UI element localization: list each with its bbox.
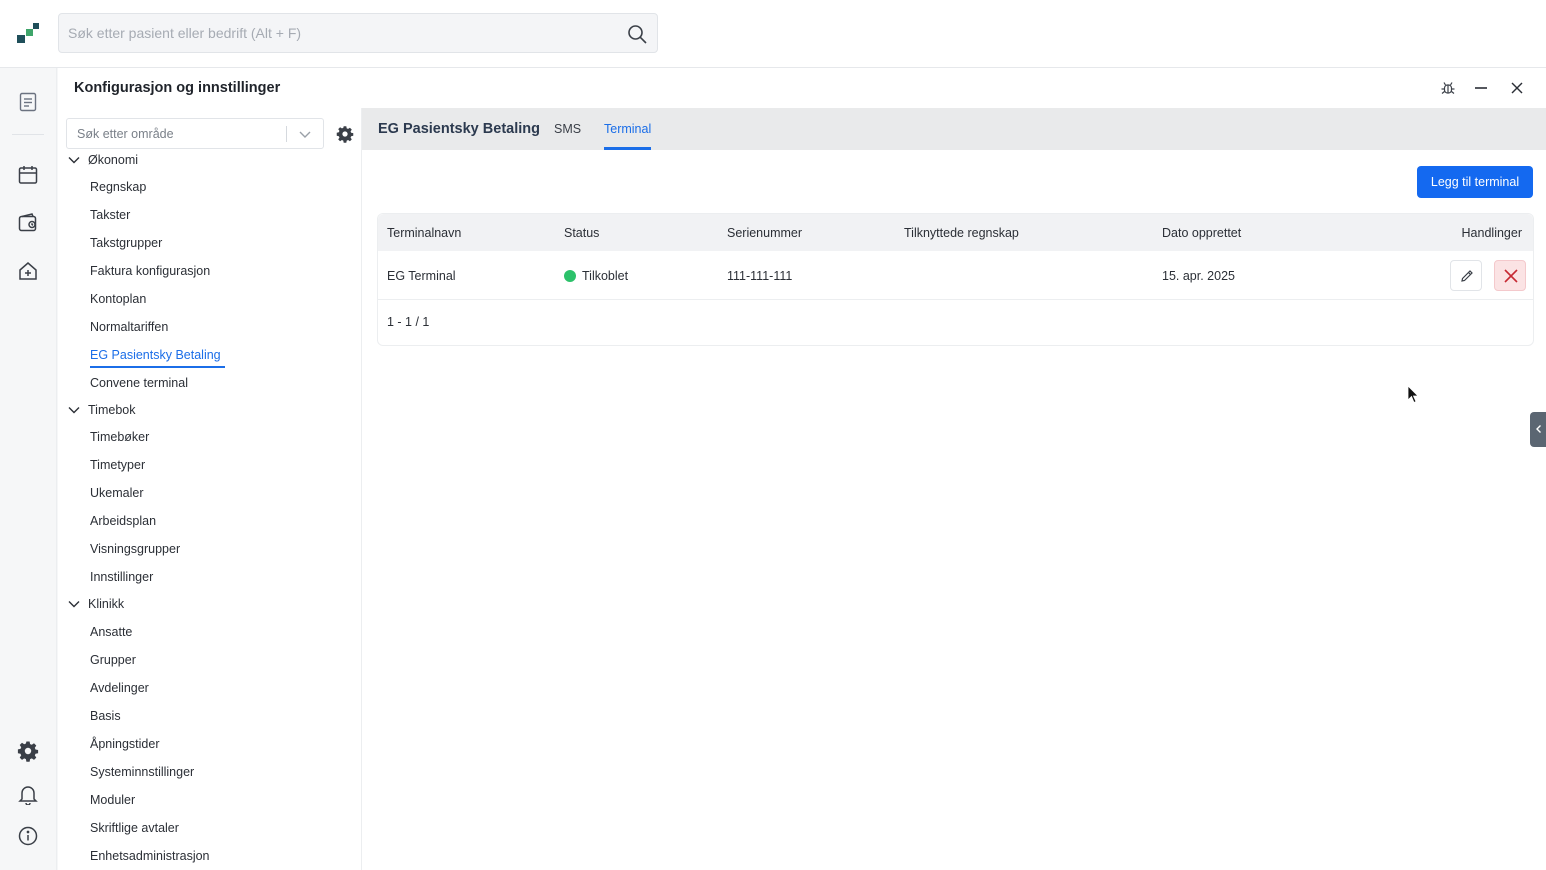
nav-group-label: Klinikk bbox=[88, 597, 125, 611]
calendar-icon[interactable] bbox=[17, 164, 39, 186]
column-header[interactable]: Status bbox=[564, 226, 599, 240]
chevron-down-icon[interactable] bbox=[297, 126, 313, 142]
nav-item-timeboker[interactable]: Timebøker bbox=[90, 430, 149, 444]
mouse-cursor-icon bbox=[1407, 385, 1419, 404]
column-header[interactable]: Tilknyttede regnskap bbox=[904, 226, 1019, 240]
chevron-down-icon bbox=[68, 157, 80, 164]
nav-item-ukemaler[interactable]: Ukemaler bbox=[90, 486, 144, 500]
nav-item-takstgrupper[interactable]: Takstgrupper bbox=[90, 236, 162, 250]
minimize-icon[interactable] bbox=[1473, 80, 1489, 96]
left-rail bbox=[0, 68, 57, 870]
pagination: 1 - 1 / 1 bbox=[387, 315, 430, 329]
tab-sms[interactable]: SMS bbox=[554, 122, 581, 136]
side-panel-toggle[interactable] bbox=[1530, 412, 1546, 447]
nav-group-timebok[interactable]: Timebok bbox=[67, 400, 135, 420]
column-header[interactable]: Terminalnavn bbox=[387, 226, 461, 240]
nav-group-okonomi[interactable]: Økonomi bbox=[67, 150, 138, 170]
clinic-home-icon[interactable] bbox=[17, 260, 39, 282]
delete-terminal-button[interactable] bbox=[1494, 260, 1526, 291]
nav-item-enhetsadministrasjon[interactable]: Enhetsadministrasjon bbox=[90, 849, 210, 863]
status-connected-dot bbox=[564, 270, 576, 282]
config-panel: Konfigurasjon og innstillinger Økonomi R… bbox=[58, 68, 1546, 870]
table-header: Terminalnavn Status Serienummer Tilknytt… bbox=[378, 214, 1533, 251]
nav-item-visningsgrupper[interactable]: Visningsgrupper bbox=[90, 542, 180, 556]
nav-group-label: Økonomi bbox=[88, 153, 139, 167]
nav-item-normaltariffen[interactable]: Normaltariffen bbox=[90, 320, 168, 334]
terminal-serial: 111-111-111 bbox=[727, 269, 793, 283]
nav-item-eg-pasientsky-betaling[interactable]: EG Pasientsky Betaling bbox=[90, 348, 225, 368]
bell-icon[interactable] bbox=[17, 783, 39, 805]
edit-terminal-button[interactable] bbox=[1450, 260, 1482, 291]
add-terminal-button[interactable]: Legg til terminal bbox=[1417, 166, 1533, 198]
area-search-select bbox=[66, 118, 324, 149]
wallet-icon[interactable] bbox=[17, 212, 39, 234]
column-header: Handlinger bbox=[1461, 226, 1522, 240]
nav-item-grupper[interactable]: Grupper bbox=[90, 653, 136, 667]
terminal-status: Tilkoblet bbox=[582, 269, 629, 283]
nav-item-basis[interactable]: Basis bbox=[90, 709, 121, 723]
nav-item-ansatte[interactable]: Ansatte bbox=[90, 625, 132, 639]
section-title: EG Pasientsky Betaling bbox=[378, 121, 540, 137]
app-logo[interactable] bbox=[14, 20, 42, 48]
chevron-down-icon bbox=[68, 601, 80, 608]
table-row[interactable]: EG Terminal Tilkoblet 111-111-111 15. ap… bbox=[378, 251, 1533, 300]
panel-title: Konfigurasjon og innstillinger bbox=[74, 80, 281, 96]
terminal-table: Terminalnavn Status Serienummer Tilknytt… bbox=[377, 213, 1534, 346]
terminal-created: 15. apr. 2025 bbox=[1162, 269, 1235, 283]
nav-group-label: Timebok bbox=[88, 403, 136, 417]
patient-search-input[interactable] bbox=[59, 14, 657, 52]
nav-item-convene-terminal[interactable]: Convene terminal bbox=[90, 376, 188, 390]
settings-nav: Økonomi Regnskap Takster Takstgrupper Fa… bbox=[58, 108, 362, 870]
nav-item-kontoplan[interactable]: Kontoplan bbox=[90, 292, 146, 306]
nav-item-regnskap[interactable]: Regnskap bbox=[90, 180, 146, 194]
search-icon[interactable] bbox=[626, 23, 648, 45]
nav-item-timetyper[interactable]: Timetyper bbox=[90, 458, 145, 472]
nav-settings-gear-icon[interactable] bbox=[336, 125, 354, 143]
chevron-down-icon bbox=[68, 407, 80, 414]
area-search-input[interactable] bbox=[67, 119, 287, 148]
nav-item-avdelinger[interactable]: Avdelinger bbox=[90, 681, 149, 695]
nav-item-faktura-konfigurasjon[interactable]: Faktura konfigurasjon bbox=[90, 264, 210, 278]
select-divider bbox=[286, 126, 287, 142]
info-icon[interactable] bbox=[17, 825, 39, 847]
settings-gear-icon[interactable] bbox=[17, 740, 39, 762]
patient-search bbox=[58, 13, 658, 53]
pencil-icon bbox=[1461, 270, 1473, 282]
nav-item-systeminnstillinger[interactable]: Systeminnstillinger bbox=[90, 765, 194, 779]
bug-report-icon[interactable] bbox=[1440, 80, 1456, 96]
column-header[interactable]: Serienummer bbox=[727, 226, 802, 240]
close-icon[interactable] bbox=[1509, 80, 1525, 96]
nav-item-moduler[interactable]: Moduler bbox=[90, 793, 135, 807]
column-header[interactable]: Dato opprettet bbox=[1162, 226, 1241, 240]
nav-item-apningstider[interactable]: Åpningstider bbox=[90, 737, 160, 751]
nav-item-innstillinger[interactable]: Innstillinger bbox=[90, 570, 153, 584]
close-icon bbox=[1504, 269, 1518, 283]
main-content: EG Pasientsky Betaling SMS Terminal Legg… bbox=[362, 108, 1546, 870]
tab-terminal[interactable]: Terminal bbox=[604, 122, 652, 150]
top-bar bbox=[0, 0, 1546, 68]
nav-item-skriftlige-avtaler[interactable]: Skriftlige avtaler bbox=[90, 821, 179, 835]
terminal-name: EG Terminal bbox=[387, 269, 456, 283]
chevron-left-icon bbox=[1536, 425, 1541, 433]
document-icon[interactable] bbox=[17, 91, 39, 113]
nav-item-arbeidsplan[interactable]: Arbeidsplan bbox=[90, 514, 156, 528]
nav-group-klinikk[interactable]: Klinikk bbox=[67, 594, 124, 614]
tab-bar: EG Pasientsky Betaling SMS Terminal bbox=[362, 108, 1546, 150]
nav-item-takster[interactable]: Takster bbox=[90, 208, 130, 222]
rail-divider bbox=[12, 134, 44, 135]
